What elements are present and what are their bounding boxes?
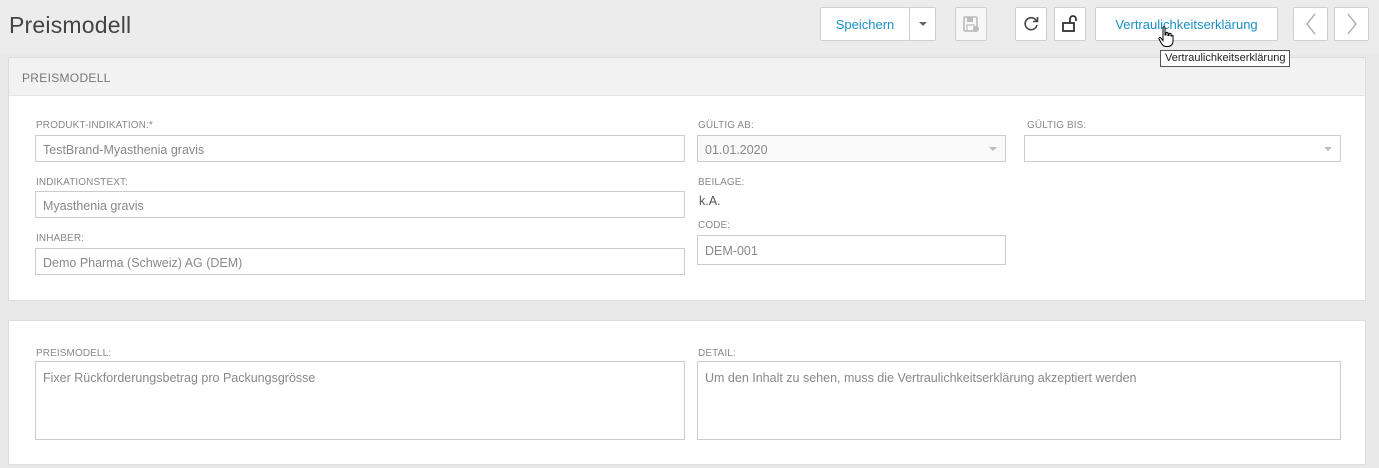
produkt-indikation-field[interactable]: TestBrand-Myasthenia gravis — [35, 135, 685, 162]
save-dropdown-button[interactable] — [909, 7, 936, 41]
previous-button[interactable] — [1293, 7, 1328, 41]
refresh-button[interactable] — [1015, 7, 1047, 41]
chevron-down-icon — [989, 147, 997, 151]
chevron-right-icon — [1346, 13, 1358, 35]
gueltig-ab-select[interactable]: 01.01.2020 — [697, 135, 1006, 162]
page-title: Preismodell — [9, 12, 132, 38]
gueltig-ab-label: GÜLTIG AB: — [698, 120, 754, 131]
tooltip: Vertraulichkeitserklärung — [1160, 50, 1291, 67]
beilage-label: BEILAGE: — [698, 177, 745, 188]
save-disk-icon — [962, 15, 980, 33]
produkt-indikation-label: PRODUKT-INDIKATION:* — [36, 120, 153, 131]
indikationstext-field[interactable]: Myasthenia gravis — [35, 191, 685, 218]
next-button[interactable] — [1334, 7, 1369, 41]
code-label: CODE: — [698, 220, 731, 231]
preismodell-textarea[interactable]: Fixer Rückforderungsbetrag pro Packungsg… — [35, 361, 685, 440]
preismodell-detail-panel: PREISMODELL: Fixer Rückforderungsbetrag … — [8, 320, 1366, 465]
save-disabled-button[interactable] — [955, 7, 987, 41]
indikationstext-label: INDIKATIONSTEXT: — [36, 177, 128, 188]
inhaber-field[interactable]: Demo Pharma (Schweiz) AG (DEM) — [35, 248, 685, 275]
unlock-icon — [1061, 15, 1079, 33]
preismodell-label: PREISMODELL: — [36, 348, 112, 359]
inhaber-label: INHABER: — [36, 233, 85, 244]
gueltig-ab-value: 01.01.2020 — [705, 143, 768, 157]
chevron-down-icon — [1324, 147, 1332, 151]
chevron-down-icon — [918, 21, 927, 27]
panel-header-title: PREISMODELL — [22, 71, 111, 85]
hand-cursor-icon — [1158, 26, 1174, 53]
detail-label: DETAIL: — [698, 348, 736, 359]
preismodell-panel: PREISMODELL PRODUKT-INDIKATION:* TestBra… — [8, 57, 1366, 301]
refresh-icon — [1022, 15, 1040, 33]
detail-textarea[interactable]: Um den Inhalt zu sehen, muss die Vertrau… — [697, 361, 1341, 440]
gueltig-bis-select[interactable] — [1024, 135, 1341, 162]
unlock-button[interactable] — [1054, 7, 1086, 41]
code-field[interactable]: DEM-001 — [697, 235, 1006, 265]
gueltig-bis-label: GÜLTIG BIS: — [1027, 120, 1087, 131]
beilage-value: k.A. — [699, 194, 721, 208]
confidentiality-button[interactable]: Vertraulichkeitserklärung — [1095, 7, 1278, 41]
save-button[interactable]: Speichern — [820, 7, 910, 41]
chevron-left-icon — [1305, 13, 1317, 35]
